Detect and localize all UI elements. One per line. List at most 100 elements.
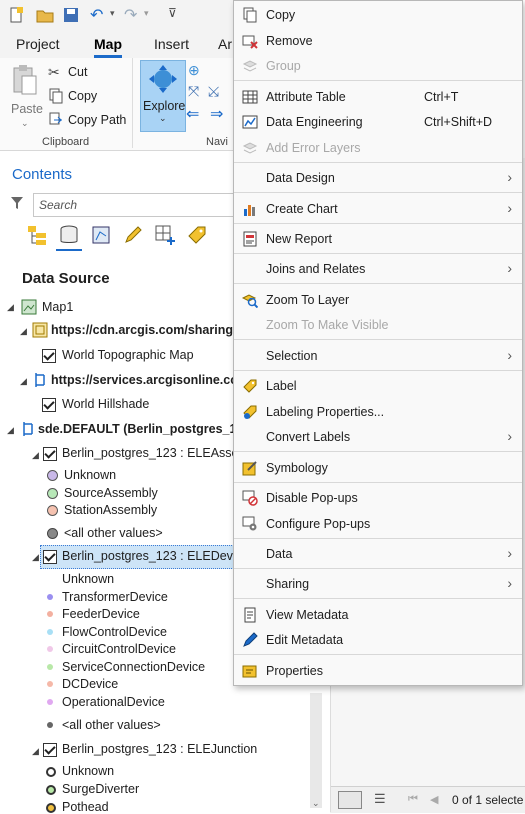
undo-dropdown-icon[interactable]: ▾ — [110, 8, 115, 19]
previous-page-icon[interactable]: ◀ — [430, 793, 438, 806]
list-by-drawing-order-icon[interactable] — [26, 224, 48, 246]
layer-ele-assembly[interactable]: Berlin_postgres_123 : ELEAssemb — [62, 446, 256, 460]
chevron-right-icon: › — [507, 260, 512, 276]
explore-label: Explore — [143, 99, 186, 113]
redo-icon[interactable]: ↷ — [124, 5, 137, 25]
list-view-icon[interactable]: ☰ — [374, 791, 386, 807]
menu-item-attribute-table[interactable]: Attribute Table Ctrl+T — [234, 85, 522, 109]
data-source-services[interactable]: https://services.arcgisonline.com — [51, 373, 249, 387]
menu-item-symbology[interactable]: Symbology — [234, 456, 522, 480]
collapse-arrow-icon[interactable]: ◢ — [20, 326, 27, 337]
menu-item-add-error-layers[interactable]: Add Error Layers — [234, 136, 522, 160]
menu-item-group[interactable]: Group — [234, 54, 522, 78]
previous-extent-icon[interactable]: ⇐ — [186, 104, 199, 124]
collapse-arrow-icon[interactable]: ◢ — [7, 425, 14, 436]
globe-icon[interactable]: ⊕ — [188, 62, 200, 79]
tab-analysis[interactable]: Ar — [218, 36, 232, 52]
cut-button[interactable]: Cut — [68, 65, 87, 79]
layer-world-hillshade[interactable]: World Hillshade — [62, 397, 149, 411]
menu-item-zoom-to-make-visible[interactable]: Zoom To Make Visible — [234, 313, 522, 337]
menu-item-edit-metadata[interactable]: Edit Metadata — [234, 628, 522, 652]
menu-item-label: Joins and Relates — [266, 262, 366, 276]
undo-icon[interactable]: ↶ — [90, 5, 103, 25]
next-extent-icon[interactable]: ⇒ — [210, 104, 223, 124]
menu-item-sharing[interactable]: Sharing › — [234, 572, 522, 596]
layer-visibility-checkbox[interactable] — [43, 447, 57, 461]
copy-icon[interactable] — [48, 88, 64, 104]
menu-item-labeling-properties[interactable]: Labeling Properties... — [234, 400, 522, 424]
menu-item-data-design[interactable]: Data Design › — [234, 166, 522, 190]
layer-ele-junction[interactable]: Berlin_postgres_123 : ELEJunction — [62, 742, 257, 756]
tab-insert[interactable]: Insert — [154, 36, 189, 52]
menu-item-label-toggle[interactable]: Label — [234, 374, 522, 398]
menu-separator — [234, 451, 522, 452]
menu-item-label: Sharing — [266, 577, 310, 591]
menu-item-view-metadata[interactable]: View Metadata — [234, 603, 522, 627]
redo-dropdown-icon[interactable]: ▾ — [144, 8, 149, 19]
copy-button[interactable]: Copy — [68, 89, 97, 103]
collapse-arrow-icon[interactable]: ◢ — [20, 376, 27, 387]
legend-label: ServiceConnectionDevice — [62, 660, 206, 674]
list-by-editing-icon[interactable] — [122, 224, 144, 246]
tab-map[interactable]: Map — [94, 36, 122, 58]
menu-item-copy[interactable]: Copy — [234, 3, 522, 27]
data-source-sde[interactable]: sde.DEFAULT (Berlin_postgres_123 — [38, 422, 250, 436]
menu-item-data[interactable]: Data › — [234, 542, 522, 566]
copy-path-icon[interactable] — [48, 112, 64, 128]
menu-item-configure-popups[interactable]: Configure Pop-ups — [234, 512, 522, 536]
menu-item-create-chart[interactable]: Create Chart › — [234, 197, 522, 221]
menu-item-label: View Metadata — [266, 608, 349, 622]
scrollbar-track[interactable] — [310, 693, 322, 808]
menu-item-zoom-to-layer[interactable]: Zoom To Layer — [234, 288, 522, 312]
menu-separator — [234, 370, 522, 371]
map-name[interactable]: Map1 — [42, 300, 73, 314]
search-input[interactable]: Search — [33, 193, 250, 217]
menu-item-properties[interactable]: Properties — [234, 659, 522, 683]
explore-button[interactable]: Explore ⌄ — [140, 60, 186, 132]
customize-qat-icon[interactable]: ⊽ — [168, 6, 177, 20]
menu-item-label: Label — [266, 379, 297, 393]
layer-visibility-checkbox[interactable] — [42, 398, 56, 412]
remove-icon — [242, 35, 258, 49]
legend-label: CircuitControlDevice — [62, 642, 176, 656]
collapse-arrow-icon[interactable]: ◢ — [32, 552, 39, 563]
view-metadata-icon — [244, 607, 256, 623]
collapse-arrow-icon[interactable]: ◢ — [32, 746, 39, 757]
menu-item-selection[interactable]: Selection › — [234, 344, 522, 368]
paste-button[interactable]: Paste ⌄ — [8, 64, 43, 130]
first-page-icon[interactable]: ⏮ — [408, 793, 418, 806]
layer-visibility-checkbox[interactable] — [43, 743, 57, 757]
layer-visibility-checkbox[interactable] — [42, 349, 56, 363]
menu-item-joins-and-relates[interactable]: Joins and Relates › — [234, 257, 522, 281]
layer-world-topographic[interactable]: World Topographic Map — [62, 348, 194, 362]
menu-item-data-engineering[interactable]: Data Engineering Ctrl+Shift+D — [234, 110, 522, 134]
data-source-cdn[interactable]: https://cdn.arcgis.com/sharing/re — [51, 323, 248, 337]
layer-ele-device[interactable]: Berlin_postgres_123 : ELEDevice — [62, 549, 249, 563]
menu-item-new-report[interactable]: New Report — [234, 227, 522, 251]
full-extent-icon[interactable]: ⤧ — [188, 83, 199, 100]
edit-metadata-icon — [243, 632, 258, 647]
open-folder-icon[interactable] — [36, 6, 54, 24]
collapse-arrow-icon[interactable]: ◢ — [7, 302, 14, 313]
list-by-data-source-icon[interactable] — [58, 224, 80, 246]
filter-icon[interactable] — [10, 196, 24, 210]
tab-project[interactable]: Project — [16, 36, 60, 52]
new-project-icon[interactable] — [8, 6, 26, 24]
scroll-down-icon[interactable]: ⌄ — [312, 798, 320, 809]
list-by-selection-icon[interactable] — [90, 224, 112, 246]
menu-item-disable-popups[interactable]: Disable Pop-ups — [234, 486, 522, 510]
collapse-arrow-icon[interactable]: ◢ — [32, 450, 39, 461]
scissors-icon[interactable]: ✂ — [48, 64, 60, 81]
layer-visibility-checkbox[interactable] — [43, 550, 57, 564]
save-icon[interactable] — [62, 6, 80, 24]
menu-item-convert-labels[interactable]: Convert Labels › — [234, 425, 522, 449]
zoom-in-fixed-icon[interactable]: ⤩ — [208, 83, 219, 100]
shortcut-label: Ctrl+Shift+D — [424, 115, 493, 129]
list-by-labeling-icon[interactable] — [186, 224, 208, 246]
menu-item-remove[interactable]: Remove — [234, 29, 522, 53]
copy-path-button[interactable]: Copy Path — [68, 113, 126, 127]
table-view-icon[interactable] — [338, 791, 362, 809]
list-by-snapping-icon[interactable] — [154, 224, 176, 246]
web-service-icon — [32, 322, 48, 338]
chevron-right-icon: › — [507, 575, 512, 591]
